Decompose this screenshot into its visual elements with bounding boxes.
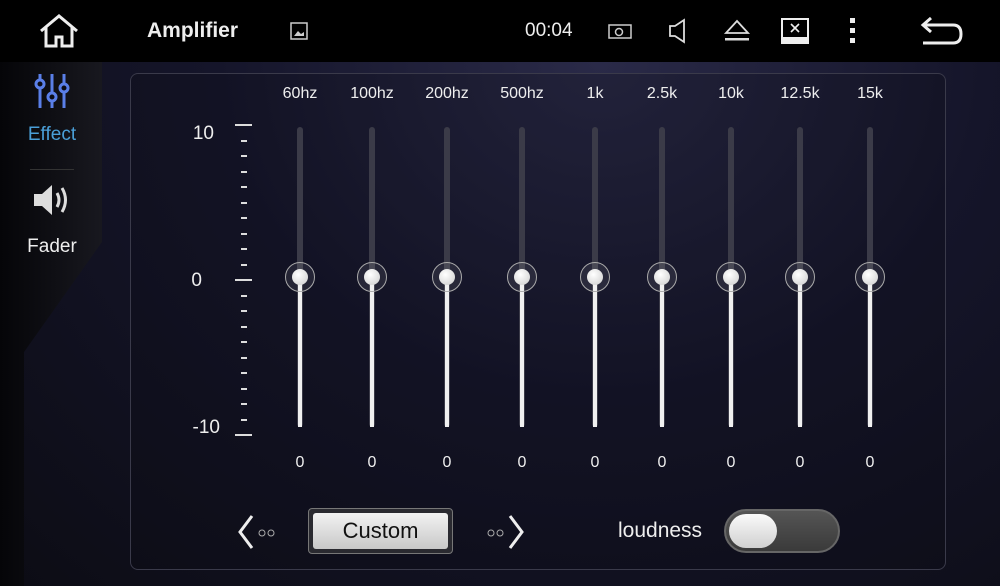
toggle-knob (729, 514, 777, 548)
scale-max-label: 10 (192, 123, 214, 144)
minor-tick (241, 387, 247, 390)
band-slider-fill (370, 277, 374, 427)
handle-dot (439, 269, 455, 285)
band-frequency-label: 10k (718, 85, 744, 102)
speaker-icon (0, 180, 104, 226)
minor-tick (241, 232, 247, 235)
scale-mid-label: 0 (191, 270, 202, 291)
major-tick (235, 124, 252, 126)
sidebar-item-fader[interactable]: Fader (0, 180, 104, 258)
band-value: 0 (590, 454, 600, 471)
handle-dot (862, 269, 878, 285)
band-slider-handle[interactable] (716, 262, 746, 292)
handle-dot (792, 269, 808, 285)
band-frequency-label: 100hz (350, 85, 394, 102)
minor-tick (241, 341, 247, 343)
band-frequency-label: 60hz (282, 85, 318, 102)
handle-dot (292, 269, 308, 285)
equalizer-panel (130, 73, 946, 570)
minor-tick (241, 310, 247, 312)
band-slider-handle[interactable] (357, 262, 387, 292)
band-slider-handle[interactable] (855, 262, 885, 292)
major-tick (235, 434, 252, 436)
app-title: Amplifier (147, 19, 239, 42)
preset-button[interactable]: Custom (308, 508, 453, 554)
sidebar-item-effect[interactable]: Effect (0, 72, 104, 146)
minor-tick (241, 186, 247, 188)
eject-icon[interactable] (722, 0, 752, 62)
back-icon[interactable] (918, 0, 966, 62)
top-bar: Amplifier 00:04 (0, 0, 1000, 62)
sidebar-item-label: Effect (27, 124, 77, 145)
band-frequency-label: 15k (857, 85, 883, 102)
band-slider-fill (729, 277, 733, 427)
sidebar-divider (30, 169, 74, 170)
band-value: 0 (295, 454, 305, 471)
band-slider-fill (660, 277, 664, 427)
image-icon[interactable] (289, 0, 309, 62)
band-slider-handle[interactable] (285, 262, 315, 292)
band-value: 0 (795, 454, 805, 471)
loudness-label: loudness (618, 519, 703, 542)
minor-tick (241, 403, 247, 405)
band-slider-handle[interactable] (432, 262, 462, 292)
next-preset-button[interactable] (484, 512, 528, 557)
sidebar-item-label: Fader (27, 236, 77, 257)
prev-preset-button[interactable] (236, 512, 280, 557)
clock: 00:04 (525, 20, 573, 41)
band-value: 0 (517, 454, 527, 471)
band-slider-fill (520, 277, 524, 427)
band-slider-handle[interactable] (507, 262, 537, 292)
minor-tick (241, 356, 247, 359)
minor-tick (241, 155, 247, 157)
preset-label: Custom (313, 513, 448, 549)
screenshot-icon[interactable] (607, 0, 633, 62)
handle-dot (654, 269, 670, 285)
band-frequency-label: 12.5k (780, 85, 820, 102)
minor-tick (241, 325, 247, 328)
loudness-toggle[interactable] (724, 509, 840, 553)
handle-dot (587, 269, 603, 285)
band-frequency-label: 2.5k (646, 85, 678, 102)
band-slider-handle[interactable] (785, 262, 815, 292)
band-value: 0 (442, 454, 452, 471)
minor-tick (241, 263, 247, 266)
band-slider-fill (445, 277, 449, 427)
band-frequency-label: 1k (586, 85, 604, 102)
home-icon[interactable] (36, 0, 82, 62)
volume-icon[interactable] (666, 0, 690, 62)
minor-tick (241, 418, 247, 421)
band-value: 0 (726, 454, 736, 471)
minor-tick (241, 217, 247, 219)
minor-tick (241, 372, 247, 374)
major-tick (235, 279, 252, 281)
band-slider-fill (868, 277, 872, 427)
minor-tick (241, 201, 247, 204)
band-value: 0 (865, 454, 875, 471)
band-value: 0 (367, 454, 377, 471)
band-frequency-label: 200hz (425, 85, 469, 102)
band-slider-fill (593, 277, 597, 427)
more-icon[interactable] (845, 0, 861, 62)
handle-dot (723, 269, 739, 285)
scale-min-label: -10 (192, 417, 220, 438)
sidebar: Effect Fader (0, 62, 104, 586)
handle-dot (364, 269, 380, 285)
screen-off-icon[interactable] (780, 0, 810, 62)
minor-tick (241, 139, 247, 142)
band-frequency-label: 500hz (500, 85, 544, 102)
minor-tick (241, 294, 247, 297)
handle-dot (514, 269, 530, 285)
band-slider-fill (298, 277, 302, 427)
band-slider-handle[interactable] (580, 262, 610, 292)
band-slider-fill (798, 277, 802, 427)
band-value: 0 (657, 454, 667, 471)
equalizer-icon (0, 72, 104, 116)
minor-tick (241, 248, 247, 250)
minor-tick (241, 170, 247, 173)
band-slider-handle[interactable] (647, 262, 677, 292)
